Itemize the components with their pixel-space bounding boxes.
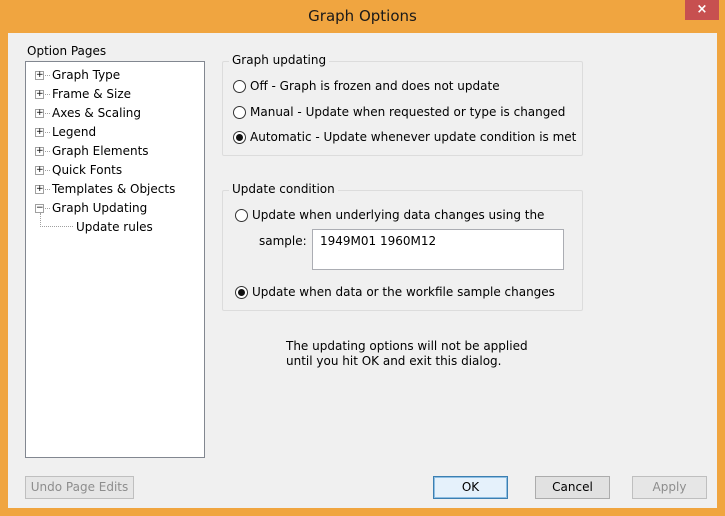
expand-icon[interactable]: + bbox=[35, 90, 44, 99]
dialog-body: Option Pages + Graph Type + Frame & Size… bbox=[8, 33, 717, 508]
radio-label[interactable]: Off - Graph is frozen and does not updat… bbox=[250, 79, 500, 93]
graph-updating-group: Graph updating Off - Graph is frozen and… bbox=[222, 53, 583, 156]
update-condition-group: Update condition Update when underlying … bbox=[222, 182, 583, 311]
radio-manual[interactable]: Manual - Update when requested or type i… bbox=[233, 105, 565, 119]
radio-button[interactable] bbox=[233, 79, 246, 93]
title-bar[interactable]: Graph Options × bbox=[0, 0, 725, 33]
apply-button[interactable]: Apply bbox=[632, 476, 707, 499]
tree-connector bbox=[40, 226, 73, 227]
tree-connector bbox=[45, 189, 50, 190]
expand-icon[interactable]: + bbox=[35, 128, 44, 137]
radio-button[interactable] bbox=[235, 208, 248, 222]
tree-item-update-rules[interactable]: Update rules bbox=[73, 218, 156, 237]
sample-label: sample: bbox=[259, 234, 307, 248]
ok-button[interactable]: OK bbox=[433, 476, 508, 499]
tree-connector bbox=[45, 170, 50, 171]
note-line: until you hit OK and exit this dialog. bbox=[286, 354, 502, 368]
radio-button-checked[interactable] bbox=[235, 285, 248, 299]
tree-connector bbox=[45, 113, 50, 114]
info-note: The updating options will not be applied… bbox=[286, 339, 528, 369]
tree-connector bbox=[45, 208, 50, 209]
expand-icon[interactable]: + bbox=[35, 147, 44, 156]
option-pages-tree[interactable]: + Graph Type + Frame & Size + Axes & Sca… bbox=[25, 61, 205, 458]
tree-item-label[interactable]: Graph Elements bbox=[52, 142, 149, 160]
expand-icon[interactable]: + bbox=[35, 71, 44, 80]
tree-item-label[interactable]: Axes & Scaling bbox=[52, 104, 141, 122]
expand-icon[interactable]: + bbox=[35, 166, 44, 175]
tree-item-label[interactable]: Templates & Objects bbox=[52, 180, 175, 198]
tree-connector bbox=[45, 132, 50, 133]
radio-label[interactable]: Automatic - Update whenever update condi… bbox=[250, 130, 576, 144]
cancel-button[interactable]: Cancel bbox=[535, 476, 610, 499]
tree-connector bbox=[40, 213, 41, 227]
expand-icon[interactable]: + bbox=[35, 109, 44, 118]
radio-automatic[interactable]: Automatic - Update whenever update condi… bbox=[233, 130, 576, 144]
dialog-title: Graph Options bbox=[308, 7, 417, 25]
undo-page-edits-button[interactable]: Undo Page Edits bbox=[25, 476, 134, 499]
tree-connector bbox=[45, 75, 50, 76]
collapse-icon[interactable]: − bbox=[35, 204, 44, 213]
radio-data-changes[interactable]: Update when underlying data changes usin… bbox=[235, 208, 544, 222]
expand-icon[interactable]: + bbox=[35, 185, 44, 194]
radio-label[interactable]: Update when data or the workfile sample … bbox=[252, 285, 555, 299]
radio-button[interactable] bbox=[233, 105, 246, 119]
sample-input[interactable]: 1949M01 1960M12 bbox=[312, 229, 564, 270]
tree-item-label[interactable]: Legend bbox=[52, 123, 96, 141]
tree-item-label[interactable]: Graph Updating bbox=[52, 199, 147, 217]
close-icon: × bbox=[696, 2, 708, 17]
tree-item-label[interactable]: Frame & Size bbox=[52, 85, 131, 103]
tree-item-label[interactable]: Graph Type bbox=[52, 66, 120, 84]
tree-connector bbox=[45, 151, 50, 152]
group-title: Update condition bbox=[229, 182, 338, 196]
option-pages-label: Option Pages bbox=[27, 44, 107, 58]
graph-options-dialog: Graph Options × Option Pages + Graph Typ… bbox=[0, 0, 725, 516]
close-button[interactable]: × bbox=[685, 0, 719, 20]
radio-off[interactable]: Off - Graph is frozen and does not updat… bbox=[233, 79, 500, 93]
radio-label[interactable]: Update when underlying data changes usin… bbox=[252, 208, 544, 222]
radio-label[interactable]: Manual - Update when requested or type i… bbox=[250, 105, 565, 119]
note-line: The updating options will not be applied bbox=[286, 339, 528, 353]
radio-button-checked[interactable] bbox=[233, 130, 246, 144]
group-title: Graph updating bbox=[229, 53, 330, 67]
tree-item-label[interactable]: Quick Fonts bbox=[52, 161, 122, 179]
tree-connector bbox=[45, 94, 50, 95]
radio-workfile-sample[interactable]: Update when data or the workfile sample … bbox=[235, 285, 555, 299]
